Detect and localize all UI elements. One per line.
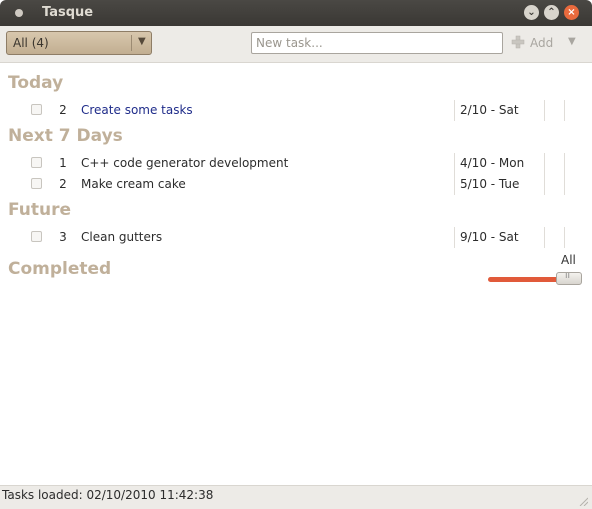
dropdown-arrow-icon: ▼ [138, 36, 146, 47]
task-due-date[interactable]: 2/10 - Sat [460, 103, 519, 117]
close-icon[interactable]: × [564, 5, 579, 20]
task-checkbox[interactable] [31, 157, 42, 168]
dropdown-divider [131, 35, 132, 51]
task-priority[interactable]: 1 [56, 156, 70, 170]
column-divider [454, 100, 455, 121]
task-row[interactable]: 2 Create some tasks 2/10 - Sat [0, 100, 592, 121]
section-heading-future: Future [8, 200, 72, 220]
section-heading-completed: Completed [8, 259, 112, 279]
task-priority[interactable]: 2 [56, 177, 70, 191]
task-due-date[interactable]: 5/10 - Tue [460, 177, 519, 191]
app-menu-icon[interactable] [15, 9, 23, 17]
task-row[interactable]: 1 C++ code generator development 4/10 - … [0, 153, 592, 174]
window-title: Tasque [42, 5, 94, 20]
task-priority[interactable]: 2 [56, 103, 70, 117]
task-name[interactable]: C++ code generator development [81, 156, 288, 170]
status-text: Tasks loaded: 02/10/2010 11:42:38 [2, 488, 214, 502]
column-divider [454, 153, 455, 174]
column-divider [544, 174, 545, 195]
completed-range-slider-handle[interactable] [556, 271, 582, 285]
add-dropdown-arrow-icon[interactable]: ▼ [568, 36, 576, 47]
column-divider [544, 227, 545, 248]
column-divider [454, 174, 455, 195]
task-row[interactable]: 3 Clean gutters 9/10 - Sat [0, 227, 592, 248]
status-bar: Tasks loaded: 02/10/2010 11:42:38 [0, 485, 592, 509]
add-button[interactable]: Add [530, 36, 553, 50]
task-checkbox[interactable] [31, 178, 42, 189]
add-icon[interactable] [510, 34, 526, 50]
category-filter-dropdown[interactable]: All (4) ▼ [6, 31, 152, 55]
completed-range-label: All [561, 253, 576, 267]
column-divider [564, 227, 565, 248]
resize-grip-icon[interactable] [578, 496, 588, 506]
task-priority[interactable]: 3 [56, 230, 70, 244]
column-divider [564, 153, 565, 174]
maximize-icon[interactable]: ⌃ [544, 5, 559, 20]
column-divider [544, 100, 545, 121]
title-bar: Tasque ⌄ ⌃ × [0, 0, 592, 26]
minimize-icon[interactable]: ⌄ [524, 5, 539, 20]
task-due-date[interactable]: 4/10 - Mon [460, 156, 524, 170]
task-name[interactable]: Make cream cake [81, 177, 186, 191]
section-heading-next-7-days: Next 7 Days [8, 126, 123, 146]
category-filter-value: All (4) [13, 36, 49, 50]
task-checkbox[interactable] [31, 231, 42, 242]
column-divider [564, 100, 565, 121]
toolbar: All (4) ▼ Add ▼ [0, 26, 592, 63]
task-checkbox[interactable] [31, 104, 42, 115]
column-divider [544, 153, 545, 174]
task-due-date[interactable]: 9/10 - Sat [460, 230, 519, 244]
task-row[interactable]: 2 Make cream cake 5/10 - Tue [0, 174, 592, 195]
column-divider [454, 227, 455, 248]
column-divider [564, 174, 565, 195]
new-task-input[interactable] [251, 32, 503, 54]
task-name[interactable]: Clean gutters [81, 230, 162, 244]
task-name[interactable]: Create some tasks [81, 103, 193, 117]
section-heading-today: Today [8, 73, 64, 93]
task-list: Today 2 Create some tasks 2/10 - Sat Nex… [0, 63, 592, 485]
